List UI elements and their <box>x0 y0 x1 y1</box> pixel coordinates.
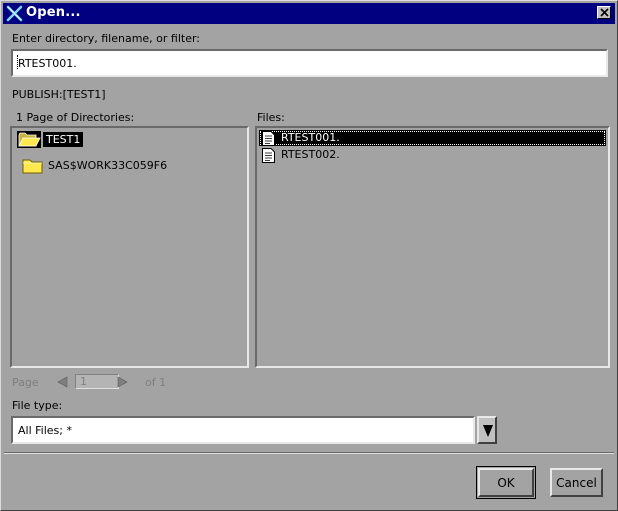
file-item-rtest001[interactable]: RTEST001. <box>259 130 606 146</box>
files-header: Files: <box>257 111 285 124</box>
file-item-rtest002[interactable]: RTEST002. <box>259 147 606 163</box>
open-dialog: Open... Enter directory, filename, or fi… <box>0 0 618 511</box>
ok-button-label: OK <box>497 476 515 490</box>
file-type-label: File type: <box>12 399 63 412</box>
ok-button[interactable]: OK <box>478 468 534 497</box>
directory-list[interactable]: TEST1 SAS$WORK33C059F6 <box>10 126 249 368</box>
current-location: PUBLISH:[TEST1] <box>12 88 106 101</box>
directories-header: 1 Page of Directories: <box>16 111 135 124</box>
path-input[interactable]: RTEST001. <box>11 49 608 77</box>
close-icon <box>600 8 609 17</box>
cancel-button-label: Cancel <box>556 476 597 490</box>
title-bar[interactable]: Open... <box>3 3 615 24</box>
triangle-down-icon <box>483 425 493 437</box>
triangle-right-icon[interactable] <box>115 376 129 388</box>
file-item-name: RTEST002. <box>281 148 340 161</box>
directory-item-test1[interactable]: TEST1 <box>15 130 215 150</box>
page-number-field[interactable]: 1 <box>75 374 119 389</box>
document-icon <box>262 148 275 163</box>
close-button[interactable] <box>597 6 611 19</box>
file-type-select[interactable]: All Files; * <box>11 416 475 444</box>
directory-item-saswork[interactable]: SAS$WORK33C059F6 <box>20 156 220 176</box>
path-input-value: RTEST001. <box>18 57 77 70</box>
folder-icon <box>22 159 43 174</box>
triangle-left-icon[interactable] <box>56 376 70 388</box>
window-title: Open... <box>26 5 81 20</box>
cancel-button[interactable]: Cancel <box>550 468 603 497</box>
folder-open-icon <box>17 131 41 148</box>
document-icon <box>262 131 275 146</box>
file-item-name: RTEST001. <box>281 131 340 144</box>
directory-item-name: TEST1 <box>43 132 84 147</box>
file-type-dropdown-button[interactable] <box>477 416 497 444</box>
button-separator <box>4 452 614 454</box>
x-logo-icon <box>6 5 23 22</box>
file-type-value: All Files; * <box>18 424 72 437</box>
directory-item-name: SAS$WORK33C059F6 <box>48 159 168 172</box>
page-label: Page <box>12 376 39 389</box>
page-number: 1 <box>80 375 87 388</box>
page-of-label: of 1 <box>145 376 167 389</box>
path-prompt-label: Enter directory, filename, or filter: <box>12 32 201 45</box>
file-list[interactable]: RTEST001. RTEST002. <box>255 126 610 368</box>
